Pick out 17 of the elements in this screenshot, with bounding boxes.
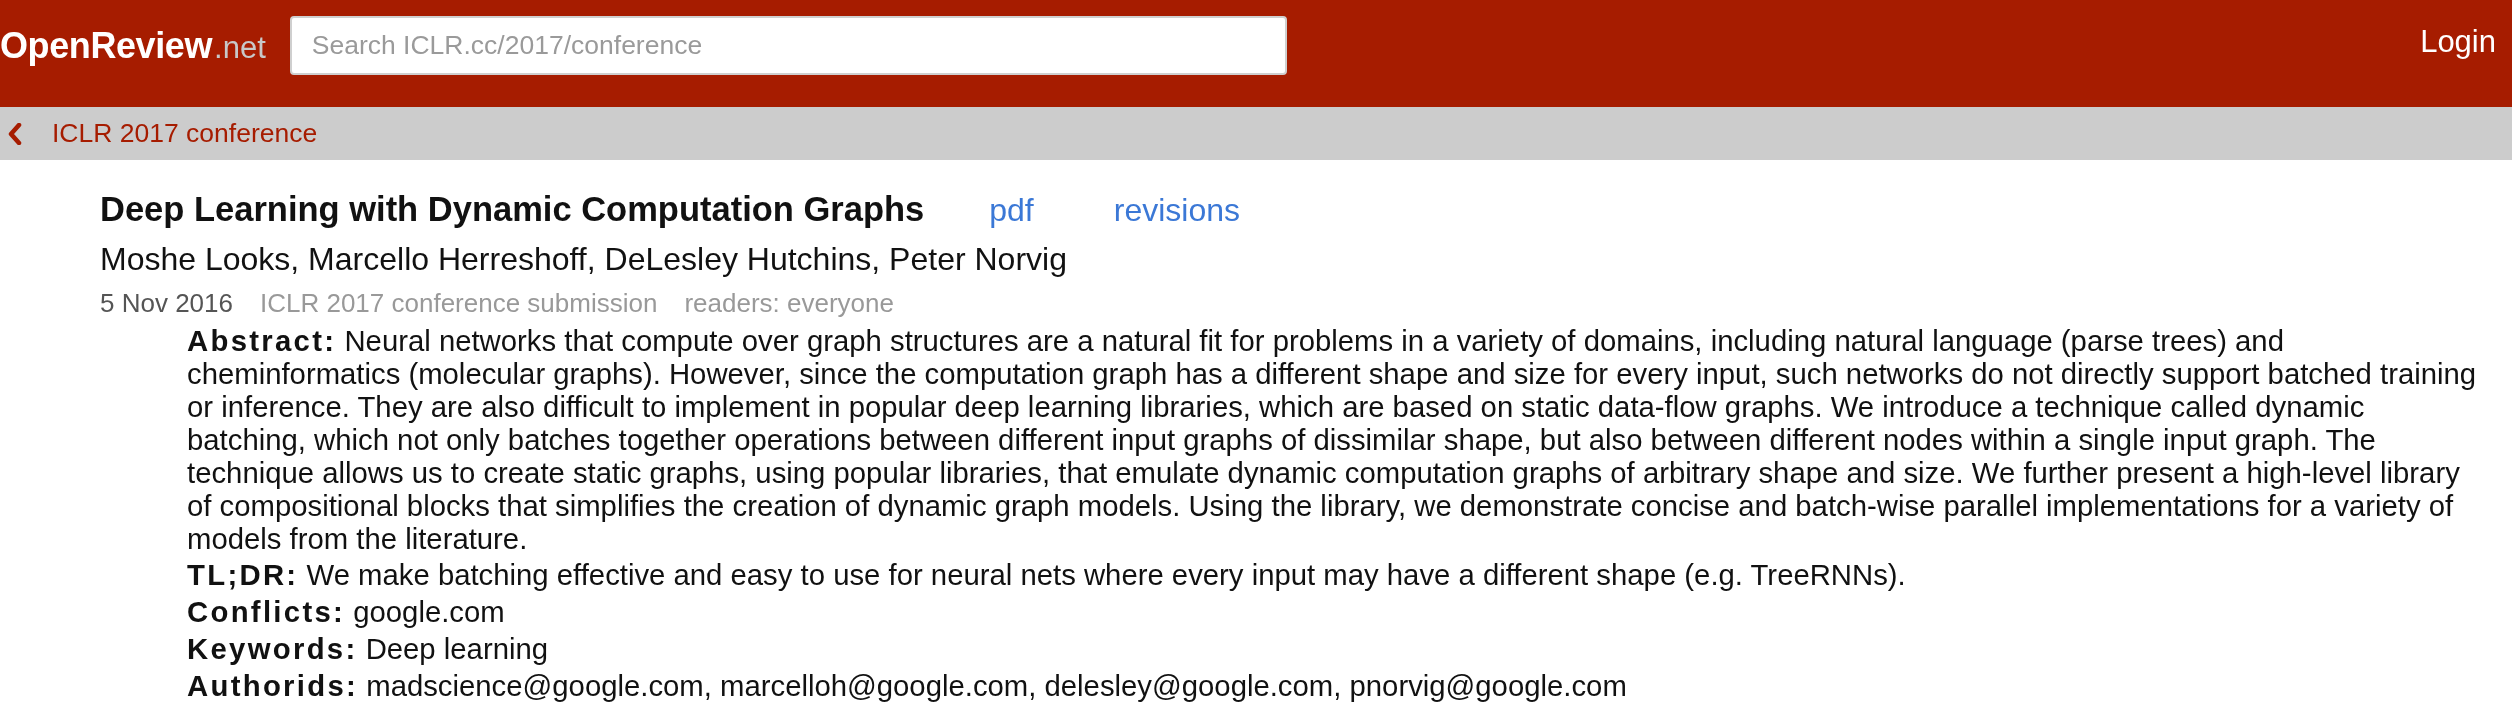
author-list: Moshe Looks, Marcello Herreshoff, DeLesley Hutchins, Peter Norvig [100,234,1067,284]
field-text: TL;DR: We make batching effective and easy to use for neural nets where every input may have a different shape (e.g. TreeRNNs). [187,558,1907,592]
field-text: Authorids: madscience@google.com, marcelloh@google.com, delesley@google.com, pnorvig@google.com [187,669,1628,703]
field-text: Conflicts: google.com [187,595,506,629]
venue-text: ICLR 2017 conference submission [260,287,658,320]
field-text: Keywords: Deep learning [187,632,550,666]
paper-title: Deep Learning with Dynamic Computation Graphs [100,189,925,230]
field-text: Abstract: Neural networks that compute over graph structures are a natural fit for problems in a variety of domains, including natural language (parse trees) and cheminformatics (molecular graphs). However, since the computation graph has a different shape and size for every input, such networks do not directly support batched training or inference. They are also difficult to implement in popular deep learning libraries, which are based on static data-flow graphs. We introduce a technique called dynamic batching, which not only batches together operations between different input graphs of dissimilar shape, but also between different nodes within a single input graph. The technique allows us to create static graphs, using popular libraries, that emulate dynamic computation graphs of arbitrary shape and size. We further present a high-level library of compositional blocks that simplifies the creation of dynamic graph models. Using the library, we demonstrate concise and batch-wise parallel implementations for a variety of models from the literature. [187,324,2478,555]
date-text: 5 Nov 2016 [100,287,233,320]
site-logo[interactable]: OpenReview.net [0,24,266,67]
note-link[interactable]: revisions [1113,185,1240,235]
back-link[interactable]: ICLR 2017 conference [7,118,318,149]
note-link[interactable]: pdf [989,185,1034,235]
login-link[interactable]: Login [2420,23,2496,60]
readers-text: readers: everyone [684,287,894,320]
search-field[interactable]: Search ICLR.cc/2017/conference [289,16,1287,75]
chevron-left-icon [7,122,22,145]
